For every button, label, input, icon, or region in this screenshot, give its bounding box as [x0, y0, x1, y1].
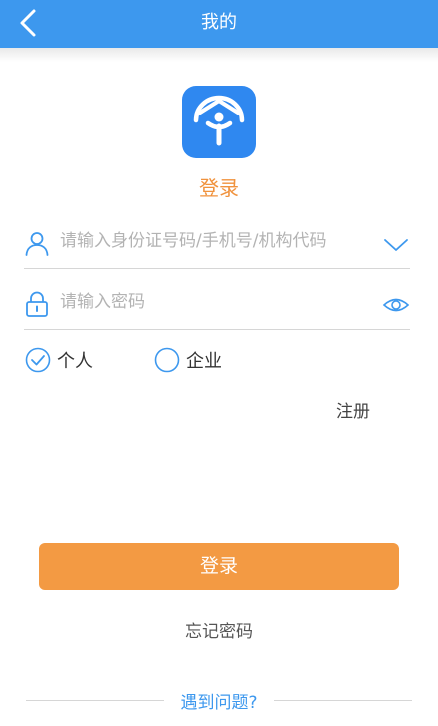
- app-logo-icon: [193, 95, 245, 146]
- page-title: 我的: [201, 12, 237, 33]
- radio-enterprise[interactable]: 企业: [154, 345, 222, 375]
- forgot-password-link[interactable]: 忘记密码: [185, 622, 253, 642]
- radio-enterprise-label: 企业: [186, 351, 222, 372]
- radio-personal-label: 个人: [57, 351, 93, 372]
- radio-personal[interactable]: 个人: [25, 345, 93, 375]
- header-shadow: [0, 48, 438, 62]
- lock-icon: [26, 291, 48, 317]
- user-icon: [25, 232, 49, 256]
- eye-icon[interactable]: [382, 293, 410, 317]
- app-logo: [182, 86, 256, 158]
- check-circle-icon: [25, 347, 51, 373]
- password-field-row: [24, 279, 410, 330]
- login-heading: 登录: [199, 176, 239, 200]
- register-link[interactable]: 注册: [336, 397, 370, 422]
- id-field-row: [24, 218, 410, 269]
- top-nav-bar: 我的: [0, 0, 438, 48]
- forgot-password-row: 忘记密码: [0, 617, 438, 642]
- help-link[interactable]: 遇到问题?: [174, 693, 264, 713]
- help-row: 遇到问题?: [0, 688, 438, 713]
- circle-icon: [154, 347, 180, 373]
- chevron-down-icon[interactable]: [382, 232, 410, 256]
- password-input[interactable]: [60, 287, 370, 317]
- id-input[interactable]: [60, 226, 370, 256]
- login-button[interactable]: 登录: [39, 543, 399, 590]
